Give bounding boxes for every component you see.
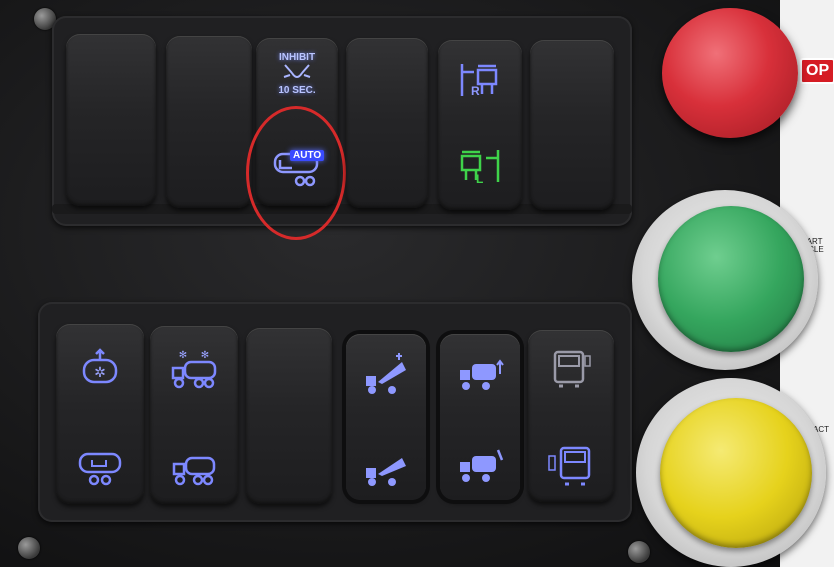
highlight-circle [246,106,346,240]
mirror-right-icon [460,64,498,96]
upper-switch-4[interactable] [346,38,428,208]
tailgate-up-icon [460,359,504,390]
upper-switch-2[interactable] [166,36,252,208]
svg-text:✻: ✻ [201,350,209,361]
lower-switch-3[interactable] [246,328,332,504]
stop-label: OP [800,58,834,84]
snow-heater-switch[interactable]: ✲ [56,324,144,504]
mirror-right-letter: R [471,84,480,98]
dump-up-icon [366,353,406,394]
inhibit-arrows-icon [283,64,311,78]
mirror-left-letter: L [476,172,484,186]
bolt-bottom-right [628,541,650,563]
start-cycle-button[interactable] [658,206,804,352]
truck-cooling-icon: ✻ ✻ [171,350,217,389]
bolt-bottom-left [18,537,40,559]
svg-text:✲: ✲ [94,365,106,381]
tailgate-down-icon [460,449,504,482]
upper-switch-6[interactable] [530,40,614,210]
bus-front-lit-icon [548,446,591,486]
bus-front-dim-icon [553,350,591,388]
truck-cooling-switch[interactable]: ✻ ✻ [150,326,238,504]
truck-tank-icon [172,456,216,486]
dump-down-icon [366,458,406,486]
tailgate-switch[interactable] [440,334,520,500]
snowflake-heater-icon: ✲ [82,348,118,384]
inhibit-label: INHIBIT [278,52,316,63]
tank-trailer-icon [78,452,122,486]
switch-panel-photo: INHIBIT 10 SEC. AUTO R L ✲ ✻ ✻ OP START … [0,0,834,567]
mirror-switch[interactable]: R L [438,40,522,210]
emergency-stop-button[interactable] [662,8,798,138]
svg-text:✻: ✻ [179,350,187,361]
dump-body-switch[interactable] [346,334,426,500]
upper-switch-1[interactable] [66,34,156,206]
body-light-switch[interactable] [528,330,614,502]
inhibit-time-label: 10 SEC. [278,85,316,96]
act-button[interactable] [660,398,812,548]
